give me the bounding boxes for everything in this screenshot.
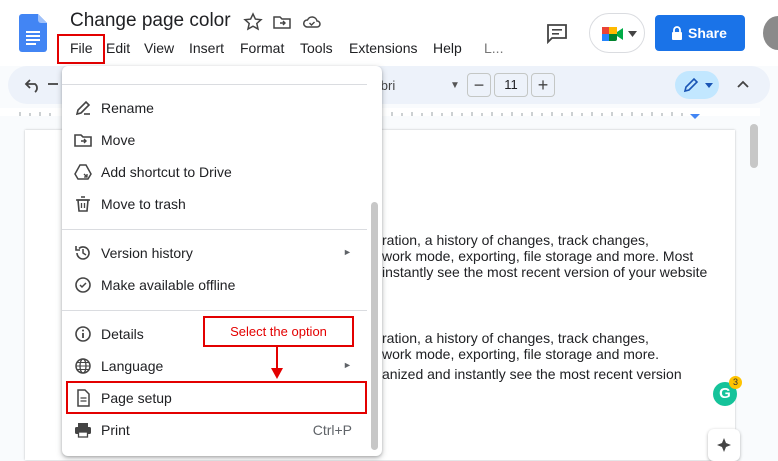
document-scrollbar[interactable]	[750, 124, 758, 168]
menu-item-label: Make available offline	[101, 277, 236, 293]
menu-item-make-offline[interactable]: Make available offline	[62, 270, 367, 300]
menu-item-language[interactable]: Language ►	[62, 351, 367, 381]
comment-history-icon[interactable]	[545, 22, 569, 44]
menu-item-label: Rename	[101, 100, 154, 116]
menu-item-move-to-trash[interactable]: Move to trash	[62, 189, 367, 219]
menu-item-label: Move to trash	[101, 196, 186, 212]
doc-text-line: ration, a history of changes, track chan…	[382, 330, 649, 346]
share-button[interactable]: Share	[655, 15, 745, 51]
menu-item-label: Version history	[101, 245, 193, 261]
page-setup-highlight	[66, 381, 367, 414]
star-icon[interactable]	[243, 12, 263, 32]
menu-edit[interactable]: Edit	[106, 40, 130, 56]
submenu-arrow-icon: ►	[343, 360, 352, 370]
doc-text-line: anized and instantly see the most recent…	[382, 366, 682, 382]
decrease-font-size-button[interactable]: −	[467, 73, 491, 97]
print-icon	[75, 423, 91, 438]
meet-camera-icon	[602, 27, 623, 41]
sparkle-icon	[717, 438, 731, 452]
menu-item-rename[interactable]: Rename	[62, 93, 367, 123]
drive-shortcut-icon	[74, 164, 92, 180]
history-icon	[75, 246, 90, 260]
grammarly-badge: 3	[729, 376, 742, 389]
arrow-head-icon	[271, 368, 283, 379]
share-label: Share	[688, 25, 727, 41]
explore-button[interactable]	[708, 429, 740, 461]
increase-font-size-button[interactable]: +	[531, 73, 555, 97]
menu-separator	[62, 229, 367, 230]
menu-item-print[interactable]: Print Ctrl+P	[62, 415, 367, 445]
move-folder-icon	[74, 134, 92, 147]
menu-item-label: Add shortcut to Drive	[101, 164, 232, 180]
collapse-menus-icon[interactable]	[735, 76, 751, 92]
menu-separator	[62, 310, 367, 311]
menu-tools[interactable]: Tools	[300, 40, 333, 56]
lock-icon	[672, 26, 682, 40]
font-size-input[interactable]: 11	[494, 73, 528, 97]
menu-insert[interactable]: Insert	[189, 40, 224, 56]
menu-format[interactable]: Format	[240, 40, 284, 56]
doc-text-line: ration, a history of changes, track chan…	[382, 232, 649, 248]
trash-icon	[76, 196, 90, 212]
menu-item-label: Print	[101, 422, 130, 438]
info-icon	[75, 326, 91, 342]
chevron-down-icon	[705, 83, 713, 88]
pencil-icon	[683, 77, 699, 93]
menu-item-add-shortcut[interactable]: Add shortcut to Drive	[62, 157, 367, 187]
menu-item-move[interactable]: Move	[62, 125, 367, 155]
rename-icon	[75, 100, 91, 116]
doc-text-line: work mode, exporting, file storage and m…	[382, 248, 694, 264]
docs-logo-icon[interactable]	[19, 14, 47, 52]
menu-item-version-history[interactable]: Version history ►	[62, 238, 367, 268]
undo-icon[interactable]	[24, 77, 42, 93]
menu-last-edit[interactable]: L...	[484, 40, 503, 56]
offline-icon	[75, 277, 91, 293]
cloud-saved-icon[interactable]	[302, 12, 322, 32]
menu-item-label: Move	[101, 132, 136, 148]
menu-item-label: Language	[101, 358, 164, 374]
menu-view[interactable]: View	[144, 40, 174, 56]
redo-icon[interactable]	[48, 77, 62, 93]
menu-separator	[62, 84, 367, 85]
file-menu-highlight	[57, 34, 105, 64]
chevron-down-icon	[628, 31, 637, 37]
shortcut-label: Ctrl+P	[312, 422, 352, 438]
doc-text-line: instantly see the most recent version of…	[382, 264, 708, 280]
font-dropdown-icon[interactable]: ▼	[450, 80, 460, 91]
menu-scrollbar[interactable]	[371, 202, 378, 450]
move-folder-icon[interactable]	[272, 12, 292, 32]
meet-button[interactable]	[589, 13, 645, 53]
document-title[interactable]: Change page color	[70, 10, 231, 32]
menu-extensions[interactable]: Extensions	[349, 40, 417, 56]
globe-icon	[75, 358, 91, 374]
editing-mode-button[interactable]	[675, 71, 719, 99]
instruction-callout: Select the option	[203, 316, 354, 347]
submenu-arrow-icon: ►	[343, 247, 352, 257]
menu-item-label: Details	[101, 326, 144, 342]
doc-text-line: work mode, exporting, file storage and m…	[382, 346, 660, 362]
menu-help[interactable]: Help	[433, 40, 462, 56]
